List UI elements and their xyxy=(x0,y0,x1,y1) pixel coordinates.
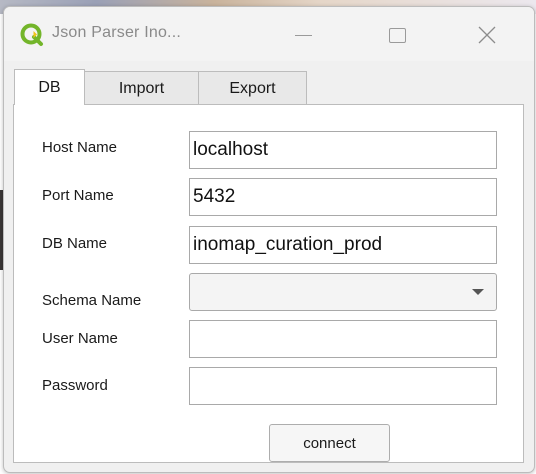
chevron-down-icon xyxy=(472,289,484,295)
password-label: Password xyxy=(42,377,108,394)
close-icon xyxy=(478,26,496,44)
schema-name-dropdown[interactable] xyxy=(189,273,497,311)
connect-button[interactable]: connect xyxy=(269,424,390,462)
user-name-label: User Name xyxy=(42,330,118,347)
maximize-icon xyxy=(388,27,406,43)
maximize-button[interactable] xyxy=(374,18,420,52)
schema-name-label: Schema Name xyxy=(42,292,142,309)
port-name-label: Port Name xyxy=(42,187,114,204)
close-button[interactable] xyxy=(464,18,510,52)
host-name-field[interactable]: localhost xyxy=(189,131,497,169)
tab-export[interactable]: Export xyxy=(198,71,307,105)
minimize-icon xyxy=(294,34,312,36)
tab-db[interactable]: DB xyxy=(14,69,85,105)
host-name-label: Host Name xyxy=(42,139,118,156)
password-field[interactable] xyxy=(189,367,497,405)
tab-import[interactable]: Import xyxy=(84,71,199,105)
db-name-field[interactable]: inomap_curation_prod xyxy=(189,226,497,264)
title-bar[interactable]: Json Parser Ino... xyxy=(4,7,534,61)
db-name-label: DB Name xyxy=(42,235,108,252)
dialog-window: Json Parser Ino... DB Import Export Host… xyxy=(3,6,535,473)
user-name-field[interactable] xyxy=(189,320,497,358)
qgis-app-icon xyxy=(20,23,43,46)
port-name-field[interactable]: 5432 xyxy=(189,178,497,216)
minimize-button[interactable] xyxy=(280,18,326,52)
window-title: Json Parser Ino... xyxy=(52,24,181,41)
